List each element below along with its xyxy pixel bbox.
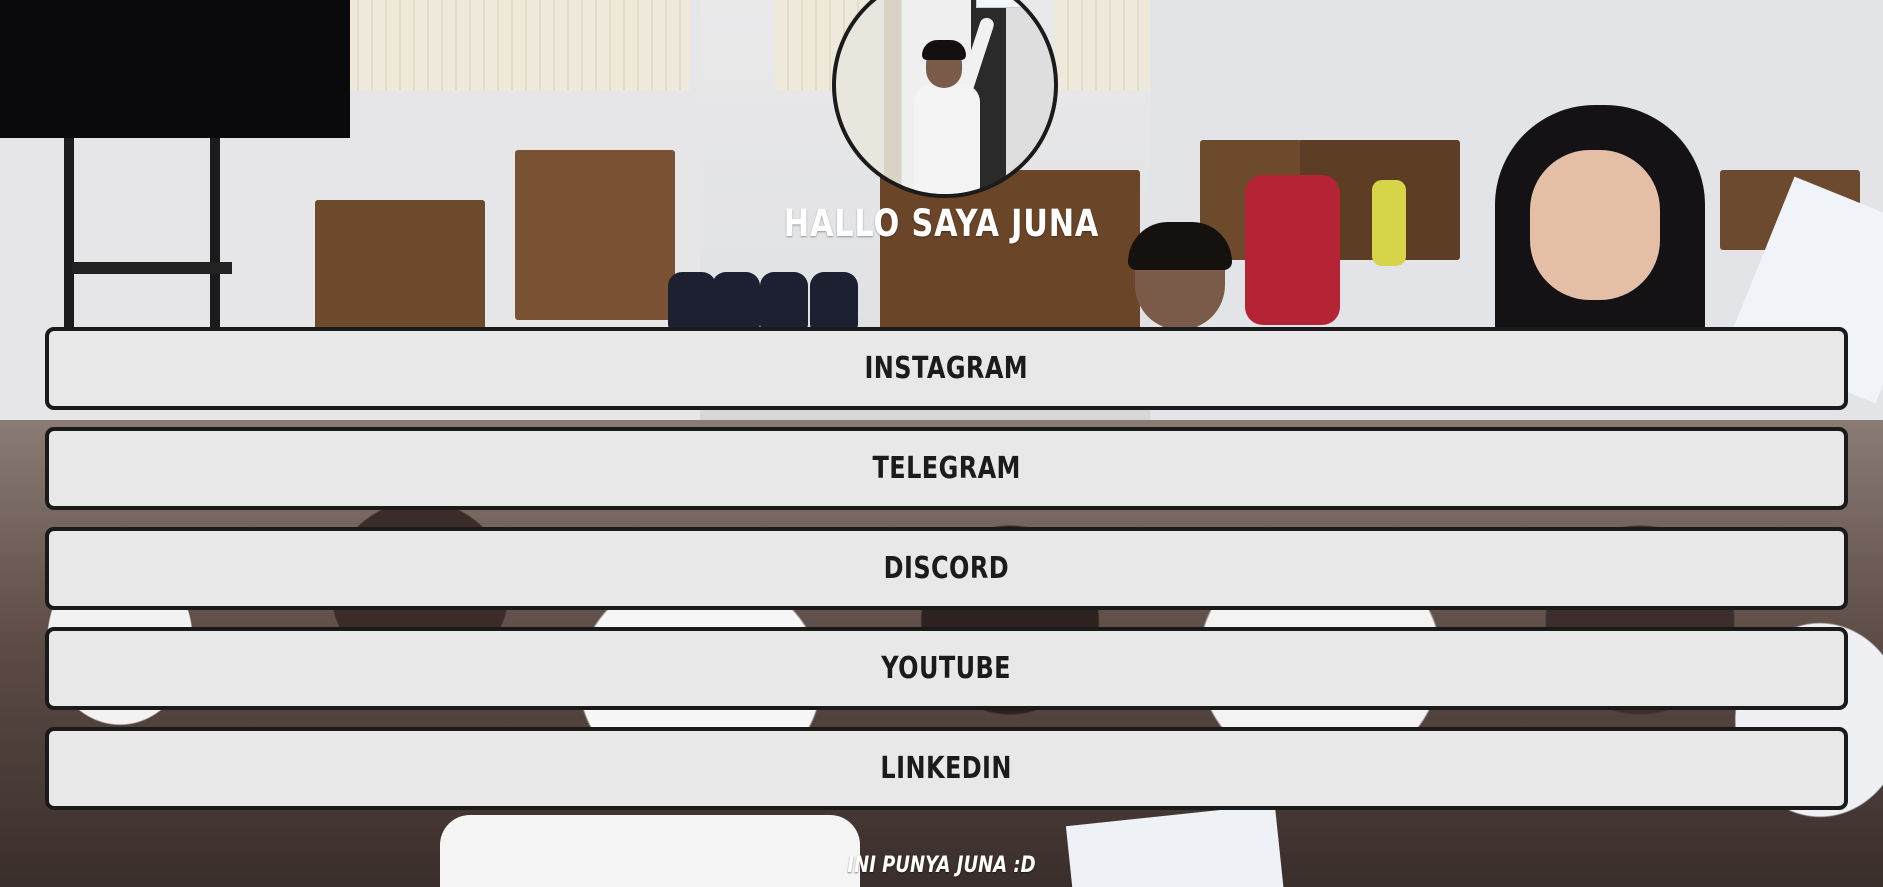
linkedin-link-button[interactable]: LINKEDIN — [45, 727, 1848, 810]
avatar-hair — [922, 40, 966, 60]
link-list: INSTAGRAM TELEGRAM DISCORD YOUTUBE LINKE… — [45, 327, 1848, 827]
water-jug — [760, 272, 808, 332]
red-chair — [1245, 175, 1340, 325]
water-jug — [810, 272, 858, 332]
tv-stand — [64, 138, 74, 338]
avatar-sign — [976, 0, 1024, 8]
window-blind — [1055, 0, 1150, 90]
link-label: INSTAGRAM — [864, 351, 1029, 386]
link-label: DISCORD — [883, 551, 1010, 586]
link-label: YOUTUBE — [881, 651, 1012, 686]
window-blind — [345, 0, 690, 90]
page-title: HALLO SAYA JUNA — [783, 202, 1100, 245]
link-label: LINKEDIN — [880, 751, 1013, 786]
water-jug — [712, 272, 760, 332]
tv-shelf — [72, 262, 232, 274]
discord-link-button[interactable]: DISCORD — [45, 527, 1848, 610]
water-jug — [668, 272, 716, 332]
link-label: TELEGRAM — [872, 451, 1021, 486]
instagram-link-button[interactable]: INSTAGRAM — [45, 327, 1848, 410]
avatar-body — [914, 84, 980, 194]
footer-text: INI PUNYA JUNA :D — [847, 853, 1036, 878]
youtube-link-button[interactable]: YOUTUBE — [45, 627, 1848, 710]
television — [0, 0, 350, 138]
telegram-link-button[interactable]: TELEGRAM — [45, 427, 1848, 510]
